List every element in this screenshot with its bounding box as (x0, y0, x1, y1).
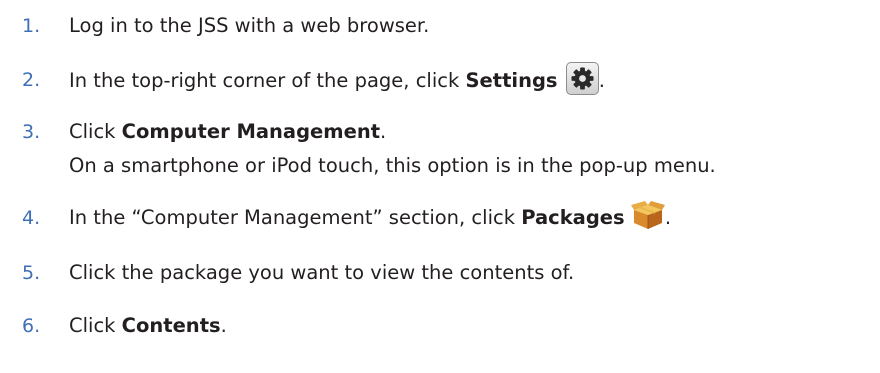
step-text: Click Computer Management. (69, 120, 387, 143)
instruction-steps: 1. Log in to the JSS with a web browser.… (0, 0, 880, 373)
step-1: 1. Log in to the JSS with a web browser. (0, 11, 880, 41)
step-5: 5. Click the package you want to view th… (0, 258, 880, 288)
settings-label: Settings (465, 69, 558, 92)
step-3-note: On a smartphone or iPod touch, this opti… (69, 154, 716, 177)
step-4: 4. In the “Computer Management” section,… (0, 200, 880, 234)
step-number: 3. (22, 121, 41, 143)
step-text: Click the package you want to view the c… (69, 261, 575, 284)
step-number: 5. (22, 262, 41, 284)
step-text: In the “Computer Management” section, cl… (69, 200, 671, 234)
step-text: Log in to the JSS with a web browser. (69, 14, 430, 37)
step-6: 6. Click Contents. (0, 311, 880, 341)
gear-icon (565, 62, 599, 95)
step-text: Click Contents. (69, 314, 227, 337)
step-2: 2. In the top-right corner of the page, … (0, 62, 880, 98)
packages-label: Packages (521, 206, 625, 229)
package-icon (630, 200, 665, 231)
computer-management-label: Computer Management (121, 120, 381, 143)
step-number: 6. (22, 315, 41, 337)
step-number: 2. (22, 69, 41, 91)
contents-label: Contents (121, 314, 221, 337)
step-text: In the top-right corner of the page, cli… (69, 62, 605, 98)
step-3: 3. Click Computer Management. (0, 117, 880, 147)
step-number: 4. (22, 207, 41, 229)
step-number: 1. (22, 15, 41, 37)
